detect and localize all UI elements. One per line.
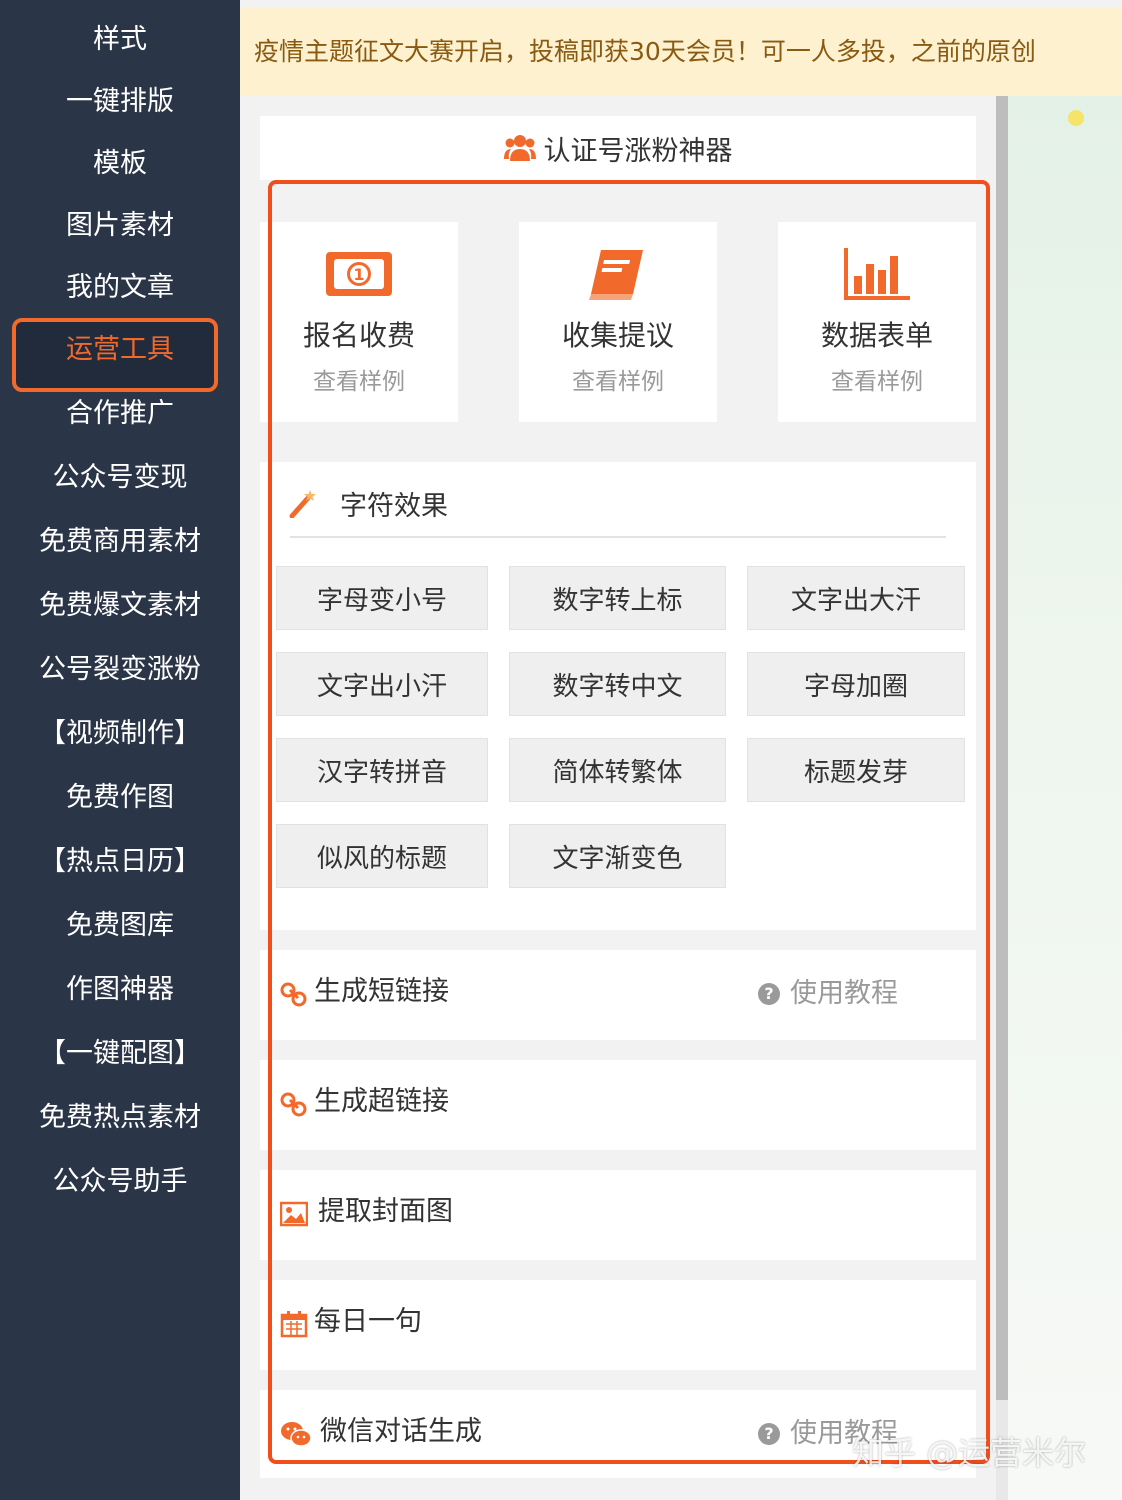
row-daily-quote[interactable]: 每日一句: [260, 1280, 976, 1370]
sidebar-item-free-hot-assets[interactable]: 免费热点素材: [0, 1086, 240, 1150]
svg-text:1: 1: [353, 265, 364, 284]
btn-gradient-text[interactable]: 文字渐变色: [509, 824, 726, 888]
wechat-icon: [281, 1422, 312, 1447]
sidebar-item-hot-calendar[interactable]: 【热点日历】: [0, 830, 240, 894]
card-sample-link[interactable]: 查看样例: [519, 362, 717, 396]
divider: [290, 536, 946, 538]
money-icon: 1: [326, 252, 392, 296]
sidebar-item-video-making[interactable]: 【视频制作】: [0, 702, 240, 766]
sidebar-item-style[interactable]: 样式: [0, 8, 240, 72]
sidebar-item-fission-growth[interactable]: 公号裂变涨粉: [0, 638, 240, 702]
character-effects-section: 字符效果 字母变小号 数字转上标 文字出大汗 文字出小汗 数字转中文 字母加圈 …: [260, 462, 976, 930]
link-icon: [280, 982, 307, 1007]
btn-superscript-numbers[interactable]: 数字转上标: [509, 566, 726, 630]
card-title: 收集提议: [561, 319, 674, 352]
announcement-banner[interactable]: 疫情主题征文大赛开启，投稿即获30天会员！可一人多投，之前的原创: [240, 8, 1122, 96]
sidebar-item-cooperation[interactable]: 合作推广: [0, 382, 240, 446]
sidebar-item-one-click-layout[interactable]: 一键排版: [0, 70, 240, 134]
card-title: 报名收费: [302, 319, 415, 352]
book-icon: [589, 250, 643, 300]
scrollbar-thumb[interactable]: [996, 96, 1008, 1400]
users-icon: [503, 135, 536, 161]
calendar-icon: [280, 1311, 308, 1338]
btn-big-sweat[interactable]: 文字出大汗: [747, 566, 965, 630]
sidebar-item-free-design[interactable]: 免费作图: [0, 766, 240, 830]
sidebar-item-design-tool[interactable]: 作图神器: [0, 958, 240, 1022]
sidebar-item-free-gallery[interactable]: 免费图库: [0, 894, 240, 958]
sidebar-item-ops-tools[interactable]: 运营工具: [0, 318, 240, 382]
row-label: 生成超链接: [314, 1086, 449, 1117]
btn-small-letters[interactable]: 字母变小号: [276, 566, 488, 630]
sidebar-item-auto-images[interactable]: 【一键配图】: [0, 1022, 240, 1086]
panel-title: 认证号涨粉神器: [543, 135, 733, 167]
decoration-dot: [1068, 110, 1084, 126]
btn-number-to-chinese[interactable]: 数字转中文: [509, 652, 726, 716]
sidebar-item-free-commercial-assets[interactable]: 免费商用素材: [0, 510, 240, 574]
panel-header[interactable]: 认证号涨粉神器: [260, 116, 976, 180]
sidebar-item-templates[interactable]: 模板: [0, 132, 240, 196]
row-label: 每日一句: [314, 1306, 422, 1337]
sidebar: 样式 一键排版 模板 图片素材 我的文章 运营工具 合作推广 公众号变现 免费商…: [0, 0, 240, 1500]
watermark: 知乎 @运营米尔: [852, 1434, 1087, 1472]
card-data-form[interactable]: 数据表单 查看样例: [778, 222, 976, 422]
btn-simplified-to-traditional[interactable]: 简体转繁体: [509, 738, 726, 802]
tutorial-link[interactable]: ? 使用教程: [758, 976, 898, 1012]
section-title: 字符效果: [340, 491, 448, 522]
row-short-link[interactable]: 生成短链接 ? 使用教程: [260, 950, 976, 1040]
link-icon: [280, 1092, 307, 1117]
question-icon: ?: [758, 1423, 780, 1445]
card-title: 数据表单: [820, 319, 933, 352]
row-hyperlink[interactable]: 生成超链接: [260, 1060, 976, 1150]
sidebar-item-image-assets[interactable]: 图片素材: [0, 194, 240, 258]
sidebar-item-free-viral-assets[interactable]: 免费爆文素材: [0, 574, 240, 638]
card-sample-link[interactable]: 查看样例: [260, 362, 458, 396]
row-label: 提取封面图: [318, 1196, 453, 1227]
btn-hanzi-to-pinyin[interactable]: 汉字转拼音: [276, 738, 488, 802]
card-collect-suggestions[interactable]: 收集提议 查看样例: [519, 222, 717, 422]
question-icon: ?: [758, 983, 780, 1005]
card-sample-link[interactable]: 查看样例: [778, 362, 976, 396]
magic-wand-icon: [289, 490, 316, 518]
row-extract-cover[interactable]: 提取封面图: [260, 1170, 976, 1260]
btn-circled-letters[interactable]: 字母加圈: [747, 652, 965, 716]
btn-small-sweat[interactable]: 文字出小汗: [276, 652, 488, 716]
image-icon: [280, 1201, 308, 1227]
row-label: 微信对话生成: [320, 1416, 482, 1447]
tutorial-label: 使用教程: [790, 978, 898, 1009]
card-registration-fee[interactable]: 1 报名收费 查看样例: [260, 222, 458, 422]
sidebar-item-my-articles[interactable]: 我的文章: [0, 256, 240, 320]
announcement-text: 疫情主题征文大赛开启，投稿即获30天会员！可一人多投，之前的原创: [254, 37, 1036, 66]
btn-wind-title[interactable]: 似风的标题: [276, 824, 488, 888]
preview-area: [1008, 96, 1122, 1500]
sidebar-item-monetize[interactable]: 公众号变现: [0, 446, 240, 510]
bar-chart-icon: [844, 248, 910, 300]
sidebar-item-account-assistant[interactable]: 公众号助手: [0, 1150, 240, 1214]
btn-title-sprout[interactable]: 标题发芽: [747, 738, 965, 802]
row-label: 生成短链接: [314, 976, 449, 1007]
